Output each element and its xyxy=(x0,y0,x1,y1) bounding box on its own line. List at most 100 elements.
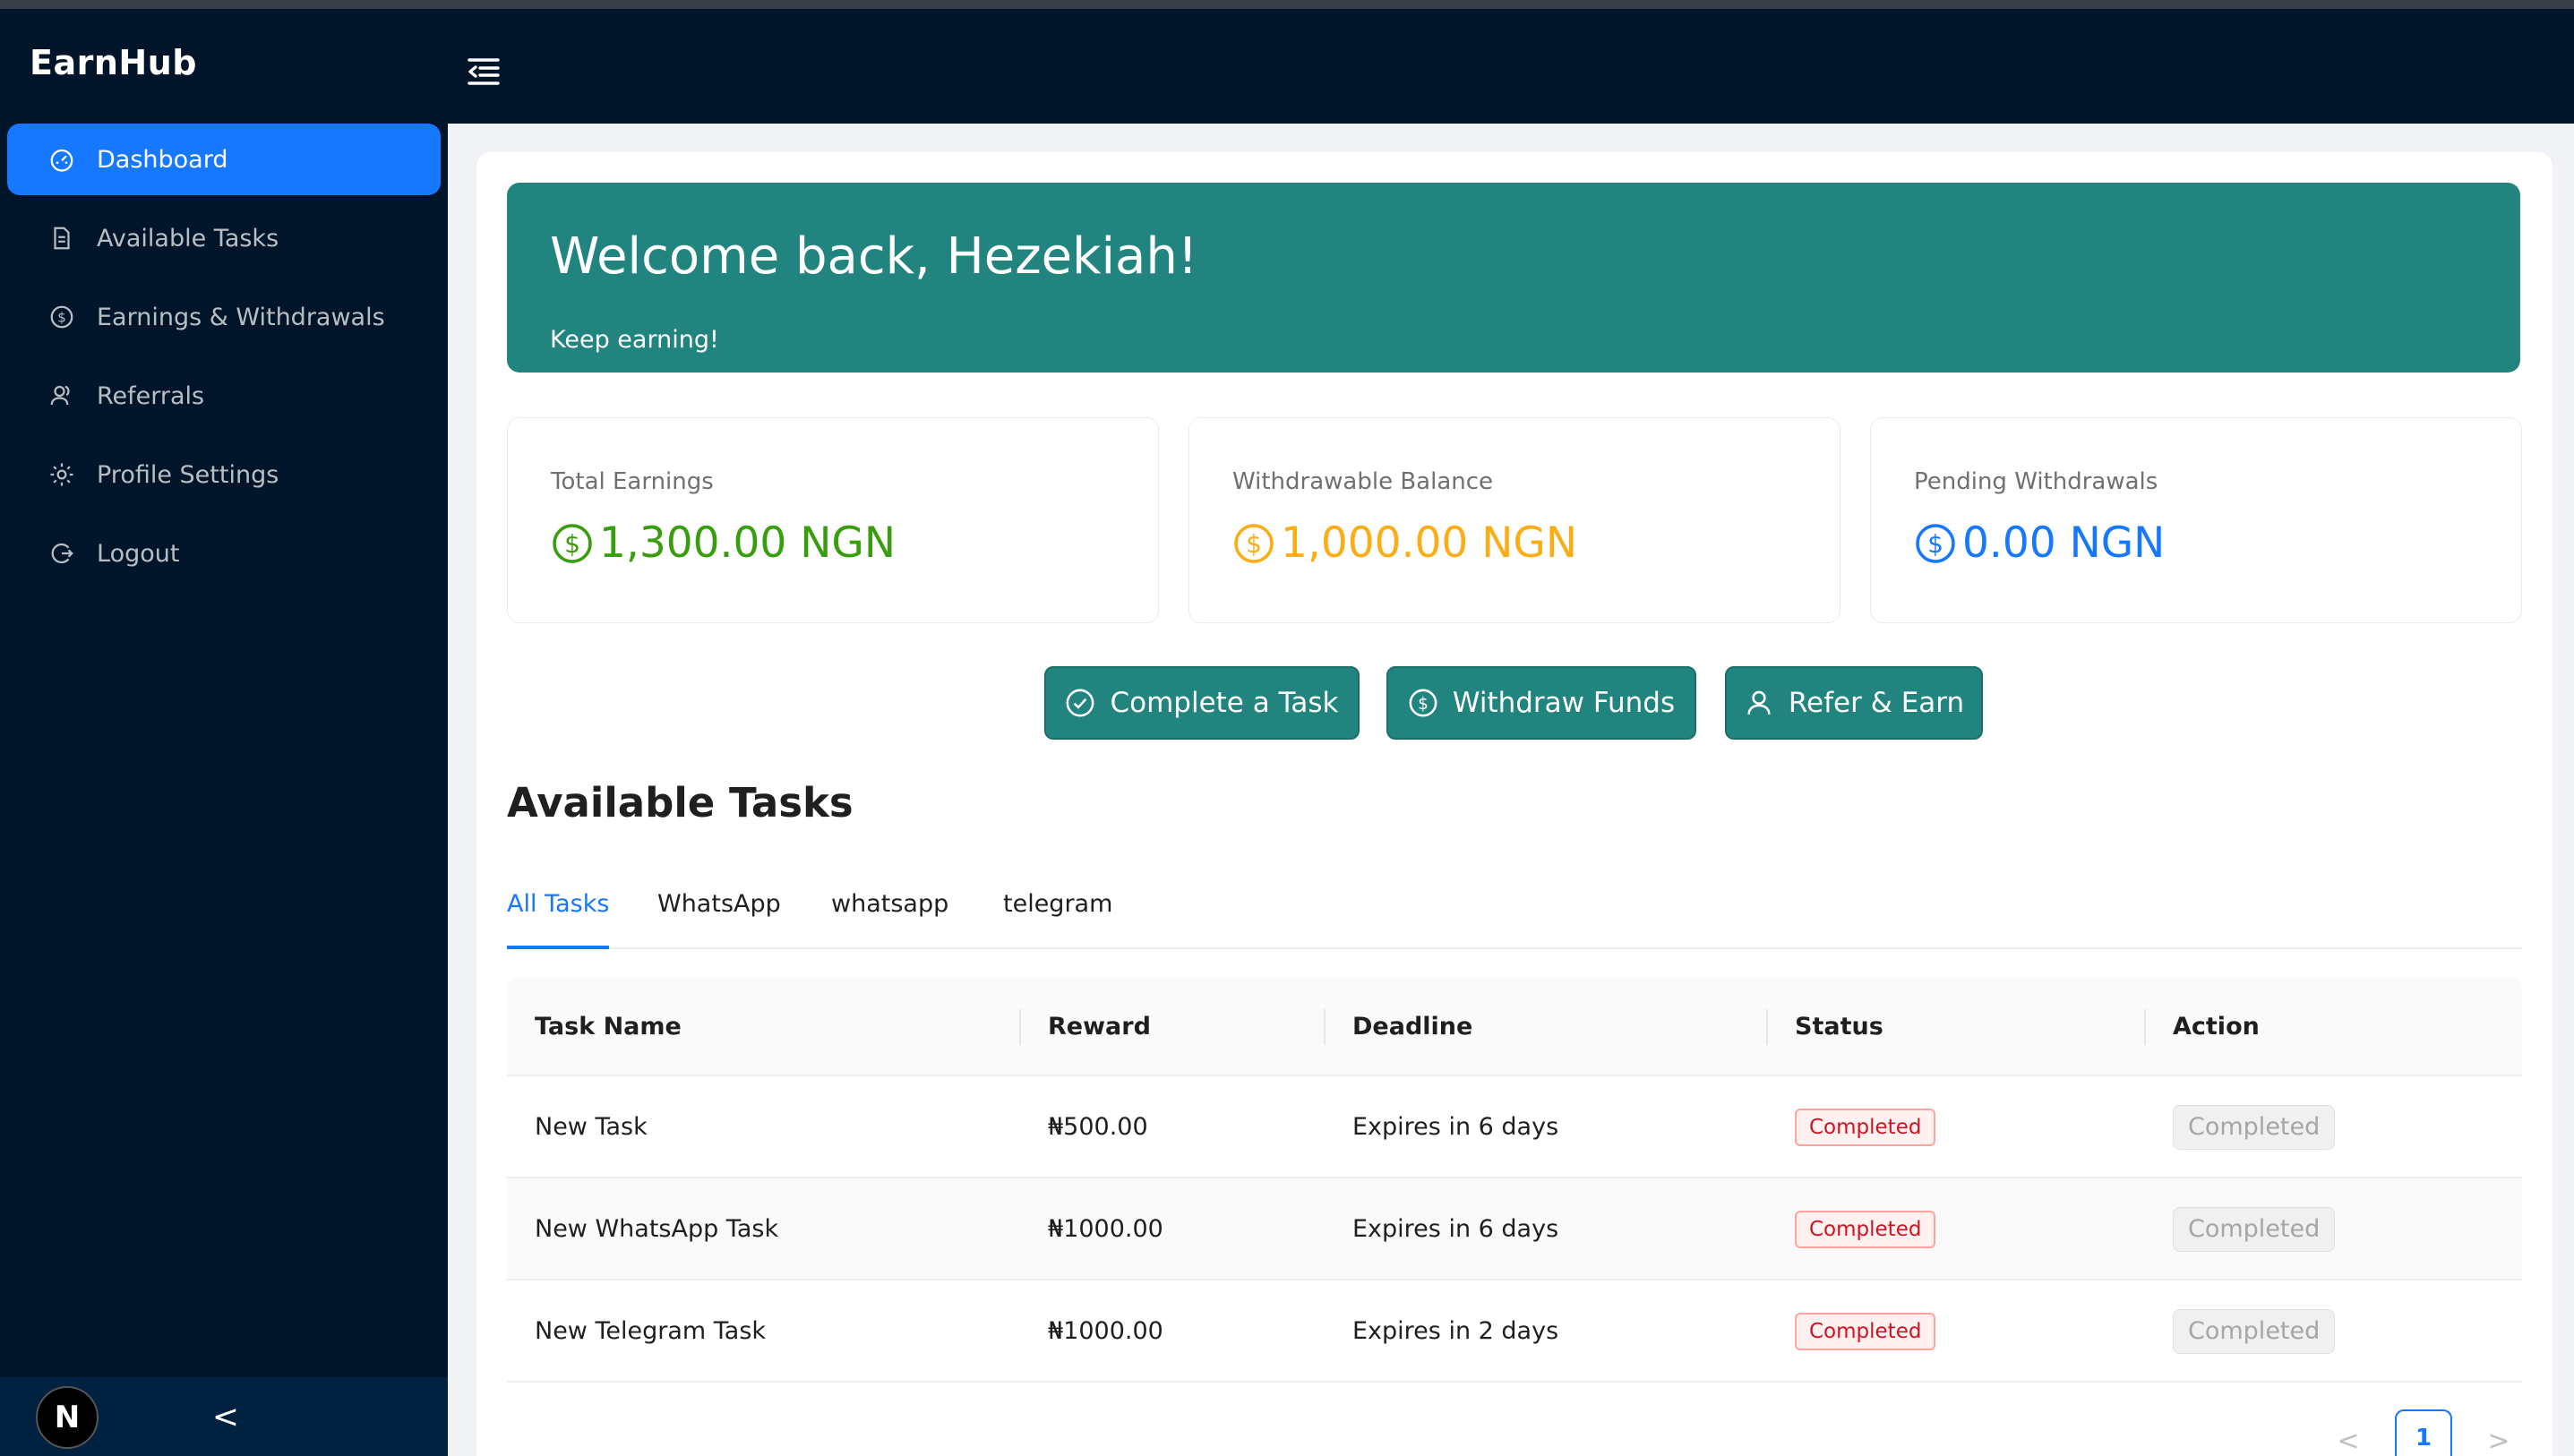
svg-text:$: $ xyxy=(1246,529,1262,559)
tasks-table: Task Name Reward Deadline Status Action … xyxy=(507,978,2522,1383)
dashboard-icon xyxy=(48,146,75,173)
pagination: < 1 > xyxy=(2321,1409,2527,1456)
sidebar-item-profile-settings[interactable]: Profile Settings xyxy=(7,439,441,510)
button-label: Withdraw Funds xyxy=(1452,687,1676,719)
table-row: New WhatsApp Task ₦1000.00 Expires in 6 … xyxy=(507,1178,2522,1280)
sidebar-item-dashboard[interactable]: Dashboard xyxy=(7,124,441,195)
available-tasks-heading: Available Tasks xyxy=(507,779,854,826)
welcome-banner: Welcome back, Hezekiah! Keep earning! xyxy=(507,183,2520,373)
task-name: New Telegram Task xyxy=(535,1317,767,1345)
sidebar-menu: Dashboard Available Tasks $ Earnings & W… xyxy=(7,124,441,596)
button-label: Refer & Earn xyxy=(1788,687,1965,719)
completed-action-button[interactable]: Completed xyxy=(2173,1309,2336,1354)
users-icon xyxy=(48,382,75,409)
table-row: New Task ₦500.00 Expires in 6 days Compl… xyxy=(507,1076,2522,1178)
svg-text:$: $ xyxy=(564,529,580,559)
task-deadline: Expires in 2 days xyxy=(1352,1317,1559,1345)
pagination-page-1[interactable]: 1 xyxy=(2395,1409,2452,1456)
status-badge: Completed xyxy=(1795,1109,1936,1146)
pagination-prev-button[interactable]: < xyxy=(2321,1409,2375,1456)
stat-card-total-earnings: Total Earnings $ 1,300.00 NGN xyxy=(507,417,1159,623)
sidebar-item-label: Profile Settings xyxy=(97,460,279,489)
file-icon xyxy=(48,225,75,252)
collapse-sidebar-button[interactable]: < xyxy=(208,1397,244,1436)
task-reward: ₦1000.00 xyxy=(1048,1317,1163,1345)
stat-card-withdrawable-balance: Withdrawable Balance $ 1,000.00 NGN xyxy=(1188,417,1840,623)
welcome-subtitle: Keep earning! xyxy=(550,326,719,354)
column-header-deadline: Deadline xyxy=(1352,1013,1473,1041)
column-header-action: Action xyxy=(2173,1013,2260,1041)
status-badge: Completed xyxy=(1795,1313,1936,1350)
column-divider xyxy=(1019,1009,1021,1045)
column-header-status: Status xyxy=(1795,1013,1883,1041)
tab-all-tasks[interactable]: All Tasks xyxy=(507,886,610,949)
sidebar-item-label: Available Tasks xyxy=(97,224,279,253)
menu-fold-button[interactable] xyxy=(457,45,511,98)
dollar-circle-icon: $ xyxy=(48,304,75,330)
table-header: Task Name Reward Deadline Status Action xyxy=(507,978,2522,1076)
sidebar-item-available-tasks[interactable]: Available Tasks xyxy=(7,202,441,274)
task-deadline: Expires in 6 days xyxy=(1352,1113,1559,1141)
completed-action-button[interactable]: Completed xyxy=(2173,1207,2336,1252)
stat-value: $ 1,000.00 NGN xyxy=(1232,518,1577,568)
pagination-next-button[interactable]: > xyxy=(2472,1409,2526,1456)
logout-icon xyxy=(48,540,75,567)
sidebar-item-label: Referrals xyxy=(97,381,205,410)
column-divider xyxy=(1766,1009,1768,1045)
sidebar-item-label: Logout xyxy=(97,539,180,568)
stat-label: Pending Withdrawals xyxy=(1914,468,2158,495)
sidebar-item-earnings-withdrawals[interactable]: $ Earnings & Withdrawals xyxy=(7,281,441,353)
stat-label: Total Earnings xyxy=(551,468,714,495)
task-tabs: All Tasks WhatsApp whatsapp telegram xyxy=(507,886,2522,949)
completed-action-button[interactable]: Completed xyxy=(2173,1105,2336,1150)
svg-text:$: $ xyxy=(1418,695,1429,714)
sidebar-item-label: Dashboard xyxy=(97,145,228,174)
tab-telegram[interactable]: telegram xyxy=(1003,886,1112,949)
tab-whatsapp[interactable]: WhatsApp xyxy=(657,886,781,949)
brand-logo-text[interactable]: EarnHub xyxy=(30,43,197,82)
sidebar-item-logout[interactable]: Logout xyxy=(7,518,441,589)
stat-value: $ 0.00 NGN xyxy=(1914,518,2165,568)
column-header-reward: Reward xyxy=(1048,1013,1151,1041)
column-divider xyxy=(1324,1009,1326,1045)
stats-row: Total Earnings $ 1,300.00 NGN Withdrawab… xyxy=(507,417,2522,623)
window-top-bar xyxy=(0,0,2574,9)
sidebar: EarnHub Dashboard Available Tasks $ Earn… xyxy=(0,9,448,1456)
dollar-circle-icon: $ xyxy=(553,523,592,563)
stat-card-pending-withdrawals: Pending Withdrawals $ 0.00 NGN xyxy=(1870,417,2522,623)
status-badge: Completed xyxy=(1795,1211,1936,1248)
complete-task-button[interactable]: Complete a Task xyxy=(1044,666,1360,740)
dollar-circle-icon: $ xyxy=(1916,523,1955,563)
stat-label: Withdrawable Balance xyxy=(1232,468,1494,495)
task-reward: ₦500.00 xyxy=(1048,1113,1148,1141)
svg-text:$: $ xyxy=(57,310,66,326)
stat-value: $ 1,300.00 NGN xyxy=(551,518,896,568)
quick-actions: Complete a Task $ Withdraw Funds Refer &… xyxy=(476,666,2553,740)
sidebar-item-referrals[interactable]: Referrals xyxy=(7,360,441,432)
task-reward: ₦1000.00 xyxy=(1048,1215,1163,1243)
dollar-circle-icon: $ xyxy=(1234,523,1274,563)
sidebar-item-label: Earnings & Withdrawals xyxy=(97,303,385,331)
check-circle-icon xyxy=(1067,689,1094,717)
button-label: Complete a Task xyxy=(1110,687,1339,719)
task-name: New WhatsApp Task xyxy=(535,1215,779,1243)
task-name: New Task xyxy=(535,1113,648,1141)
withdraw-funds-button[interactable]: $ Withdraw Funds xyxy=(1386,666,1696,740)
column-header-task-name: Task Name xyxy=(535,1013,682,1041)
stat-value-text: 1,000.00 NGN xyxy=(1281,518,1577,568)
gear-icon xyxy=(48,461,75,488)
top-header xyxy=(448,9,2574,124)
table-row: New Telegram Task ₦1000.00 Expires in 2 … xyxy=(507,1280,2522,1383)
task-deadline: Expires in 6 days xyxy=(1352,1215,1559,1243)
welcome-title: Welcome back, Hezekiah! xyxy=(550,227,1198,286)
menu-fold-icon xyxy=(468,58,500,85)
user-icon xyxy=(1747,690,1771,715)
column-divider xyxy=(2144,1009,2146,1045)
refer-earn-button[interactable]: Refer & Earn xyxy=(1725,666,1983,740)
sidebar-footer: N < xyxy=(0,1377,448,1456)
stat-value-text: 1,300.00 NGN xyxy=(599,518,896,568)
stat-value-text: 0.00 NGN xyxy=(1962,518,2166,568)
dollar-circle-icon: $ xyxy=(1409,689,1437,717)
avatar[interactable]: N xyxy=(36,1386,99,1449)
tab-whatsapp-lowercase[interactable]: whatsapp xyxy=(831,886,948,949)
